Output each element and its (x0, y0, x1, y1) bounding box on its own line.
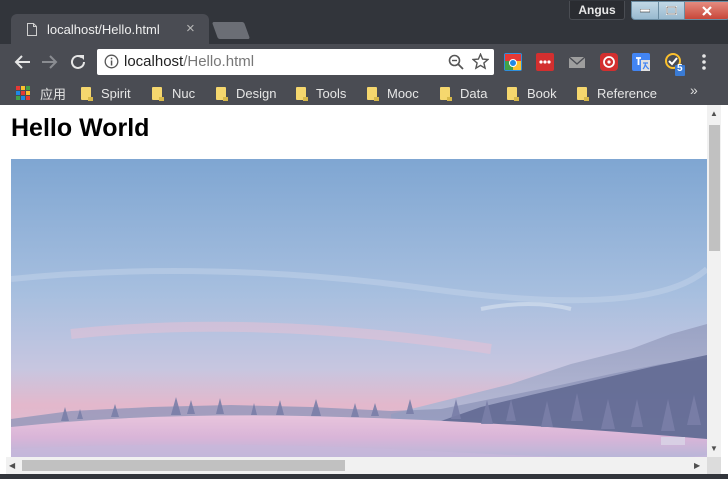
url-text[interactable]: localhost/Hello.html (124, 53, 254, 70)
folder-icon (367, 86, 379, 101)
zoom-icon[interactable] (448, 54, 464, 70)
maximize-button[interactable] (659, 1, 685, 20)
menu-button[interactable] (700, 52, 708, 77)
bookmark-label: Design (236, 85, 277, 101)
bookmark-label: Reference (597, 85, 657, 101)
checker-icon[interactable]: 5 (664, 53, 685, 76)
bookmark-label: Spirit (101, 85, 131, 101)
scroll-left-icon[interactable]: ◀ (9, 461, 15, 470)
extension-badge: 5 (677, 63, 683, 74)
bookmark-folder-nuc[interactable]: Nuc (152, 84, 195, 102)
reload-icon (71, 54, 85, 69)
title-bar: Angus localhost/Hello.html × (0, 0, 728, 44)
folder-icon (507, 86, 519, 101)
file-icon (27, 23, 37, 36)
folder-icon (440, 86, 452, 101)
forward-button[interactable] (39, 51, 61, 73)
bookmark-apps[interactable]: 应用 (16, 84, 66, 102)
horizontal-scroll-thumb[interactable] (22, 460, 345, 471)
kebab-menu-icon (702, 54, 706, 70)
window-bottom-frame (0, 474, 728, 479)
toolbar: localhost/Hello.html 5 (0, 44, 728, 80)
profile-button[interactable]: Angus (569, 1, 625, 20)
bookmark-star-icon[interactable] (472, 53, 489, 70)
folder-icon (577, 86, 589, 101)
tab-close-icon[interactable]: × (186, 20, 195, 37)
weibo-icon[interactable] (600, 53, 618, 71)
scroll-right-icon[interactable]: ▶ (694, 461, 700, 470)
bookmarks-bar: 应用 Spirit Nuc Design Tools Mooc Data Boo… (0, 80, 728, 105)
close-window-button[interactable] (685, 1, 728, 20)
reload-button[interactable] (67, 51, 89, 73)
folder-icon (216, 86, 228, 101)
folder-icon (296, 86, 308, 101)
bookmark-label: Nuc (172, 85, 196, 101)
weibo-glyph (603, 56, 615, 68)
restore-icon (666, 6, 677, 15)
horizontal-scrollbar[interactable]: ◀ ▶ (6, 457, 707, 474)
back-button[interactable] (11, 51, 33, 73)
back-arrow-icon (14, 55, 30, 69)
forward-arrow-icon (42, 55, 58, 69)
landscape-image (11, 159, 707, 459)
scroll-down-icon[interactable]: ▼ (710, 444, 718, 453)
bookmarks-overflow-icon[interactable]: » (690, 82, 698, 98)
bookmark-label: Mooc (387, 85, 419, 101)
winter-landscape-graphic (11, 159, 707, 459)
translate-glyph (636, 57, 650, 71)
lastpass-icon[interactable] (536, 53, 554, 71)
minimize-button[interactable] (631, 1, 659, 20)
url-path: /Hello.html (183, 53, 255, 70)
bookmark-label: 应用 (40, 86, 67, 102)
bookmark-label: Tools (316, 85, 347, 101)
page-heading: Hello World (11, 114, 150, 142)
bookmark-folder-mooc[interactable]: Mooc (367, 84, 419, 102)
apps-grid-icon (16, 86, 30, 100)
scroll-up-icon[interactable]: ▲ (710, 109, 718, 118)
close-icon (702, 5, 712, 16)
scrollbar-corner (707, 457, 721, 474)
vertical-scrollbar[interactable]: ▲ ▼ (707, 105, 721, 457)
vertical-scroll-thumb[interactable] (709, 125, 720, 251)
bookmark-folder-data[interactable]: Data (440, 84, 487, 102)
bookmark-folder-design[interactable]: Design (216, 84, 276, 102)
bookmark-label: Data (460, 85, 488, 101)
url-host: localhost (124, 53, 184, 70)
mail-icon[interactable] (568, 53, 586, 71)
browser-window: Angus localhost/Hello.html × localhost/H… (0, 0, 728, 479)
new-tab-button[interactable] (211, 22, 251, 39)
google-translate-icon[interactable] (632, 53, 650, 71)
minimize-icon (640, 8, 650, 12)
bookmark-folder-spirit[interactable]: Spirit (81, 84, 131, 102)
tab-title: localhost/Hello.html (47, 22, 160, 37)
bookmark-folder-tools[interactable]: Tools (296, 84, 346, 102)
info-icon[interactable] (104, 54, 119, 69)
tab-active[interactable]: localhost/Hello.html × (11, 14, 209, 44)
lastpass-glyph (539, 60, 551, 64)
folder-icon (81, 86, 93, 101)
bookmark-folder-reference[interactable]: Reference (577, 84, 657, 102)
bookmark-label: Book (527, 85, 557, 101)
chrome-store-glyph (505, 54, 521, 70)
page-viewport: Hello World ▲ ▼ ◀ ▶ (0, 105, 728, 474)
chrome-store-icon[interactable] (504, 53, 522, 71)
window-controls (631, 1, 728, 20)
bookmark-folder-book[interactable]: Book (507, 84, 557, 102)
mail-glyph (568, 56, 586, 68)
address-bar[interactable]: localhost/Hello.html (97, 49, 494, 75)
folder-icon (152, 86, 164, 101)
